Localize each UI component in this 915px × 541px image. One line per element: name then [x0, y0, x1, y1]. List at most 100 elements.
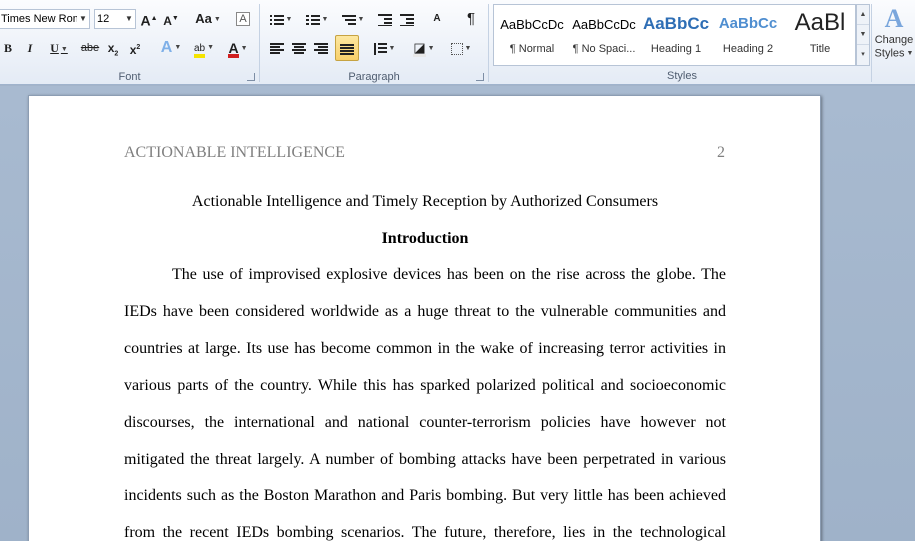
paragraph-dialog-launcher-icon[interactable] [476, 73, 484, 81]
change-styles-icon: A [884, 4, 904, 33]
style-heading-1[interactable]: AaBbCc Heading 1 [640, 7, 712, 63]
multilevel-list-button[interactable]: ▼ [338, 8, 368, 30]
numbering-icon [305, 14, 320, 26]
font-dialog-launcher-icon[interactable] [247, 73, 255, 81]
style-title[interactable]: AaBl Title [784, 7, 856, 63]
style-no-spacing[interactable]: AaBbCcDc ¶ No Spaci... [568, 7, 640, 63]
text-effects-icon: A [160, 39, 173, 57]
body-line: from the recent IEDs bombing scenarios. … [124, 524, 726, 541]
body-line: incidents such as the Boston Marathon an… [124, 487, 726, 504]
align-right-icon [314, 42, 328, 55]
style-no-spacing-sample: AaBbCcDc [572, 17, 636, 32]
style-normal-name: ¶ Normal [509, 43, 555, 55]
superscript-button[interactable]: x2 [127, 37, 143, 59]
show-formatting-marks-button[interactable]: ¶ [462, 8, 480, 30]
strikethrough-button[interactable]: abe [79, 37, 101, 59]
body-line: countries at large. Its use has become c… [124, 340, 726, 357]
chevron-down-icon[interactable]: ▼ [77, 10, 89, 28]
ribbon: Times New Rom ▼ 12 ▼ A▲ A▼ Aa ▼ A B I U ▼ … [0, 0, 915, 85]
style-no-spacing-name: ¶ No Spaci... [572, 43, 636, 55]
bold-button[interactable]: B [0, 37, 16, 59]
italic-icon: I [27, 41, 33, 55]
numbering-button[interactable]: ▼ [302, 8, 332, 30]
font-color-icon: A [228, 40, 239, 58]
section-heading: Introduction [381, 230, 469, 247]
font-name-combo[interactable]: Times New Rom ▼ [0, 9, 90, 29]
style-heading-2-name: Heading 2 [722, 43, 774, 55]
body-line: mitigated the threat largely. A number o… [124, 451, 726, 468]
underline-button[interactable]: U ▼ [44, 37, 74, 59]
change-case-button[interactable]: Aa ▼ [194, 8, 222, 30]
styles-gallery-scrollbar[interactable]: ▲ ▼ ▾ [856, 4, 870, 66]
font-group-label: Font [118, 71, 141, 83]
change-styles-button[interactable]: A Change Styles ▼ [874, 4, 914, 68]
italic-button[interactable]: I [22, 37, 38, 59]
document-page[interactable]: ACTIONABLE INTELLIGENCE 2 Actionable Int… [28, 95, 821, 541]
grow-font-button[interactable]: A▲ [140, 8, 158, 30]
body-line: The use of improvised explosive devices … [172, 266, 726, 283]
bold-icon: B [3, 41, 12, 55]
decrease-indent-button[interactable] [376, 8, 394, 30]
align-left-button[interactable] [268, 37, 286, 59]
underline-icon: U [50, 41, 59, 55]
sort-button[interactable]: A [426, 8, 448, 30]
sort-icon: A [433, 13, 441, 24]
paragraph-group-label: Paragraph [348, 71, 400, 83]
paragraph-group: ▼ ▼ ▼ A ¶ ▼ ◪ ▼ ▼ Paragraph [260, 0, 488, 85]
align-center-icon [292, 42, 306, 55]
style-title-name: Title [809, 43, 831, 55]
grow-font-icon: A [140, 12, 151, 29]
gallery-more-icon[interactable]: ▾ [857, 45, 869, 65]
font-group: Times New Rom ▼ 12 ▼ A▲ A▼ Aa ▼ A B I U ▼ … [0, 0, 259, 85]
justify-button[interactable] [335, 35, 359, 61]
highlight-button[interactable]: ab ▼ [190, 37, 218, 59]
scroll-up-icon[interactable]: ▲ [857, 5, 869, 25]
style-heading-1-name: Heading 1 [650, 43, 702, 55]
highlight-icon: ab [193, 43, 206, 58]
increase-indent-icon [400, 13, 414, 26]
align-right-button[interactable] [312, 37, 330, 59]
group-separator [871, 4, 872, 82]
body-line: discourses, the international and nation… [124, 414, 726, 431]
body-line: various parts of the country. While this… [124, 377, 726, 394]
group-separator [488, 4, 489, 82]
borders-button[interactable]: ▼ [446, 37, 476, 59]
font-size-combo[interactable]: 12 ▼ [94, 9, 136, 29]
font-color-label: A [228, 40, 239, 56]
clear-formatting-button[interactable]: A [233, 8, 253, 30]
change-styles-label-2: Styles ▼ [874, 47, 914, 60]
font-size-value: 12 [97, 13, 110, 25]
align-center-button[interactable] [290, 37, 308, 59]
bullets-button[interactable]: ▼ [266, 8, 296, 30]
font-name-value: Times New Rom [1, 13, 82, 25]
style-title-sample: AaBl [794, 9, 846, 36]
change-styles-label-2-text: Styles [874, 47, 905, 60]
styles-gallery: AaBbCcDc ¶ Normal AaBbCcDc ¶ No Spaci...… [493, 4, 856, 66]
body-line: IEDs have been considered worldwide as a… [124, 303, 726, 320]
text-effects-button[interactable]: A ▼ [159, 37, 183, 59]
chevron-down-icon[interactable]: ▼ [123, 10, 135, 28]
shrink-font-button[interactable]: A▼ [162, 8, 180, 30]
justify-icon [340, 43, 354, 56]
multilevel-list-icon [341, 14, 356, 26]
decrease-indent-icon [378, 13, 392, 26]
style-normal[interactable]: AaBbCcDc ¶ Normal [496, 7, 568, 63]
strikethrough-icon: abe [80, 42, 100, 54]
scroll-down-icon[interactable]: ▼ [857, 25, 869, 45]
subscript-button[interactable]: x2 [105, 37, 121, 59]
document-title: Actionable Intelligence and Timely Recep… [191, 193, 659, 210]
pilcrow-icon: ¶ [466, 10, 476, 27]
clear-formatting-icon: A [236, 12, 250, 26]
style-heading-2[interactable]: AaBbCc Heading 2 [712, 7, 784, 63]
change-styles-label-1: Change [874, 34, 914, 46]
style-heading-1-sample: AaBbCc [642, 14, 710, 33]
styles-group-label: Styles [667, 70, 697, 82]
borders-icon [450, 42, 463, 55]
page-header: ACTIONABLE INTELLIGENCE [124, 144, 345, 161]
style-normal-sample: AaBbCcDc [500, 17, 564, 32]
increase-indent-button[interactable] [398, 8, 416, 30]
style-heading-2-sample: AaBbCc [718, 15, 778, 32]
font-color-button[interactable]: A ▼ [224, 37, 252, 59]
shading-button[interactable]: ◪ ▼ [410, 37, 438, 59]
line-spacing-button[interactable]: ▼ [370, 37, 398, 59]
